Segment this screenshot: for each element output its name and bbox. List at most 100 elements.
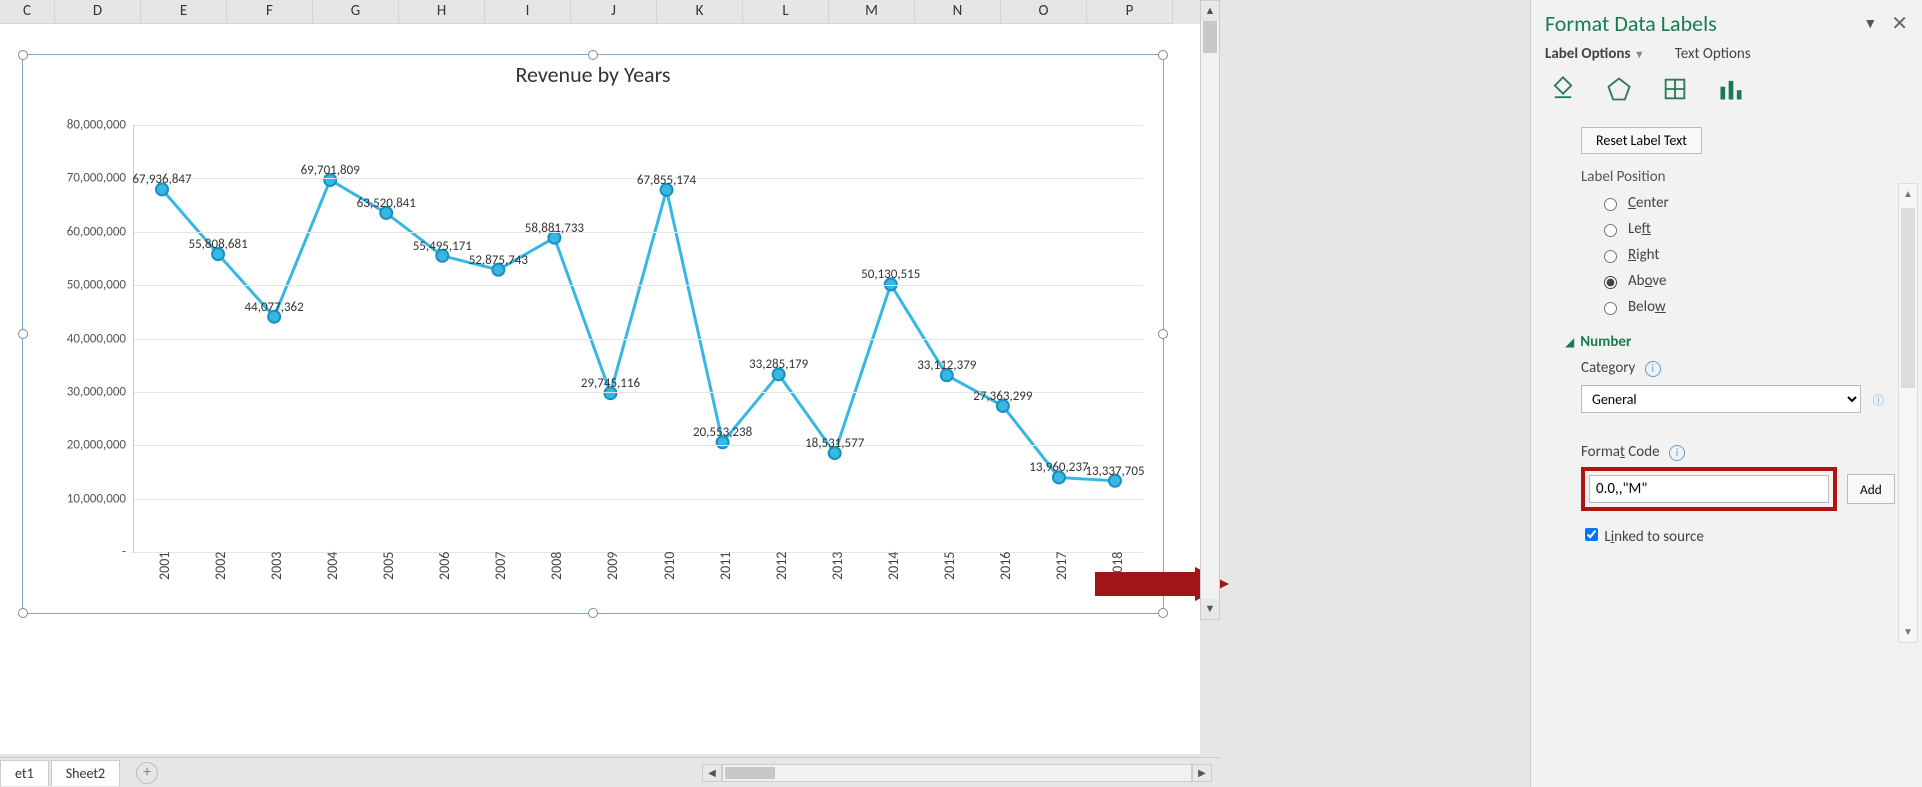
data-label[interactable]: 33,112,379 <box>917 358 976 373</box>
scroll-up-button[interactable]: ▲ <box>1201 1 1219 21</box>
scroll-down-button[interactable]: ▼ <box>1201 599 1219 619</box>
data-label[interactable]: 44,077,362 <box>245 299 304 314</box>
info-icon[interactable]: i <box>1645 361 1661 377</box>
hscroll-thumb[interactable] <box>725 767 775 779</box>
worksheet-horizontal-scrollbar[interactable]: ◀ ▶ <box>702 764 1220 782</box>
x-axis-tick: 2001 <box>156 552 173 580</box>
label-options-icon[interactable] <box>1717 75 1745 103</box>
pane-scroll-down[interactable]: ▼ <box>1899 622 1917 642</box>
data-label[interactable]: 67,855,174 <box>637 173 696 188</box>
new-sheet-button[interactable]: + <box>136 762 158 784</box>
add-format-button[interactable]: Add <box>1847 474 1895 504</box>
x-axis-tick: 2013 <box>829 552 846 580</box>
sheet-tab-bar: et1 Sheet2 + ◀ ▶ <box>0 757 1220 787</box>
resize-handle-se[interactable] <box>1158 608 1168 618</box>
x-axis-tick: 2010 <box>661 552 678 580</box>
column-header[interactable]: M <box>829 0 915 24</box>
data-label[interactable]: 67,936,847 <box>132 172 191 187</box>
column-header[interactable]: D <box>55 0 141 24</box>
format-data-labels-pane: Format Data Labels ▼ ✕ Label Options ▼ T… <box>1530 0 1922 787</box>
y-axis-tick: 70,000,000 <box>67 171 126 186</box>
column-header[interactable]: J <box>571 0 657 24</box>
reset-label-text-button[interactable]: Reset Label Text <box>1581 127 1702 154</box>
category-select[interactable]: General <box>1581 385 1861 413</box>
y-axis-tick: - <box>122 545 126 560</box>
series-line[interactable] <box>162 180 1115 481</box>
data-label[interactable]: 55,808,681 <box>188 237 247 252</box>
radio-center[interactable]: Center <box>1551 190 1902 216</box>
resize-handle-sw[interactable] <box>18 608 28 618</box>
data-label[interactable]: 55,495,171 <box>413 239 472 254</box>
data-label[interactable]: 50,130,515 <box>861 267 920 282</box>
column-header[interactable]: G <box>313 0 399 24</box>
x-axis-tick: 2014 <box>885 552 902 580</box>
data-label[interactable]: 58,881,733 <box>525 220 584 235</box>
y-axis-tick: 60,000,000 <box>67 224 126 239</box>
linked-to-source-checkbox[interactable]: Linked to source <box>1581 528 1704 546</box>
chart-title[interactable]: Revenue by Years <box>23 61 1163 88</box>
column-header[interactable]: F <box>227 0 313 24</box>
resize-handle-s[interactable] <box>588 608 598 618</box>
column-header[interactable]: L <box>743 0 829 24</box>
column-headers: CDEFGHIJKLMNOP <box>0 0 1200 24</box>
chart-object[interactable]: Revenue by Years -10,000,00020,000,00030… <box>22 54 1164 614</box>
scroll-left-button[interactable]: ◀ <box>702 764 722 782</box>
x-axis-tick: 2004 <box>324 552 341 580</box>
radio-left[interactable]: Left <box>1551 216 1902 242</box>
data-label[interactable]: 13,337,705 <box>1085 464 1144 479</box>
data-label[interactable]: 63,520,841 <box>357 196 416 211</box>
data-label[interactable]: 33,285,179 <box>749 357 808 372</box>
pane-scroll-thumb[interactable] <box>1901 208 1915 388</box>
pane-scroll-up[interactable]: ▲ <box>1899 184 1917 204</box>
x-axis-tick: 2008 <box>548 552 565 580</box>
column-header[interactable]: N <box>915 0 1001 24</box>
fill-line-icon[interactable] <box>1549 75 1577 103</box>
tab-label-options[interactable]: Label Options ▼ <box>1545 45 1645 63</box>
resize-handle-ne[interactable] <box>1158 50 1168 60</box>
plot-area[interactable]: -10,000,00020,000,00030,000,00040,000,00… <box>133 125 1143 553</box>
pane-options-menu[interactable]: ▼ <box>1863 15 1877 32</box>
sheet-tab-active[interactable]: et1 <box>0 760 49 786</box>
x-axis-tick: 2011 <box>717 552 734 580</box>
format-code-input[interactable] <box>1589 475 1829 503</box>
dropdown-icon: ▼ <box>1634 48 1645 61</box>
column-header[interactable]: H <box>399 0 485 24</box>
info-icon[interactable]: ⓘ <box>1870 394 1886 410</box>
data-label[interactable]: 52,875,743 <box>469 253 528 268</box>
data-label[interactable]: 20,553,238 <box>693 425 752 440</box>
x-axis-tick: 2003 <box>268 552 285 580</box>
scroll-thumb[interactable] <box>1203 21 1217 53</box>
column-header[interactable]: P <box>1087 0 1173 24</box>
column-header[interactable]: K <box>657 0 743 24</box>
worksheet-vertical-scrollbar[interactable]: ▲ ▼ <box>1200 0 1220 620</box>
data-label[interactable]: 29,745,116 <box>581 376 640 391</box>
column-header[interactable]: C <box>0 0 55 24</box>
data-label[interactable]: 13,960,237 <box>1029 460 1088 475</box>
y-axis-tick: 30,000,000 <box>67 384 126 399</box>
column-header[interactable]: I <box>485 0 571 24</box>
info-icon[interactable]: i <box>1669 445 1685 461</box>
resize-handle-nw[interactable] <box>18 50 28 60</box>
radio-above[interactable]: Above <box>1551 268 1902 294</box>
radio-right[interactable]: Right <box>1551 242 1902 268</box>
x-axis-tick: 2006 <box>436 552 453 580</box>
size-properties-icon[interactable] <box>1661 75 1689 103</box>
x-axis-tick: 2009 <box>604 552 621 580</box>
data-label[interactable]: 69,701,809 <box>301 163 360 178</box>
resize-handle-w[interactable] <box>18 329 28 339</box>
pane-close-button[interactable]: ✕ <box>1891 11 1908 36</box>
scroll-right-button[interactable]: ▶ <box>1192 764 1212 782</box>
radio-below[interactable]: Below <box>1551 294 1902 320</box>
sheet-tab-sheet2[interactable]: Sheet2 <box>51 760 120 786</box>
pane-scrollbar[interactable]: ▲ ▼ <box>1898 183 1918 643</box>
effects-icon[interactable] <box>1605 75 1633 103</box>
column-header[interactable]: E <box>141 0 227 24</box>
data-label[interactable]: 18,531,577 <box>805 436 864 451</box>
number-section-header[interactable]: ◢Number <box>1551 320 1902 353</box>
tab-text-options[interactable]: Text Options <box>1675 45 1751 63</box>
data-label[interactable]: 27,363,299 <box>973 389 1032 404</box>
column-header[interactable]: O <box>1001 0 1087 24</box>
x-axis-tick: 2012 <box>773 552 790 580</box>
resize-handle-e[interactable] <box>1158 329 1168 339</box>
resize-handle-n[interactable] <box>588 50 598 60</box>
